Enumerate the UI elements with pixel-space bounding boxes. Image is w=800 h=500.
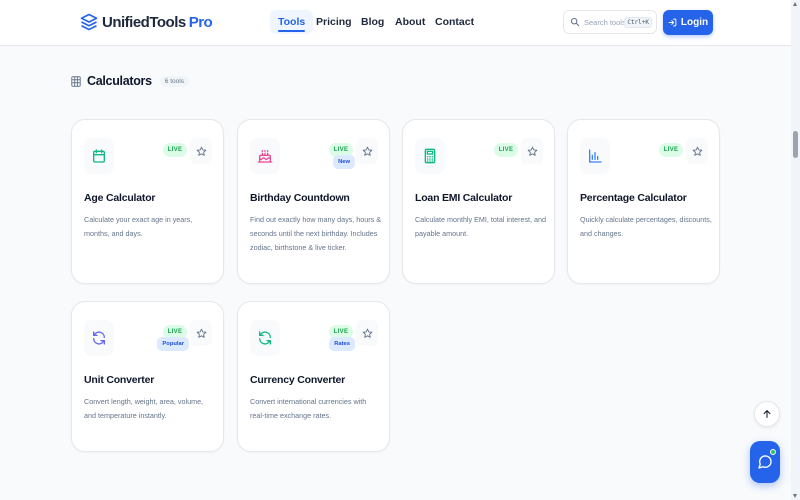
tool-card-loan-emi-calculator[interactable]: LIVE Loan EMI Calculator Calculate month… [402,119,555,284]
new-badge: New [333,155,355,169]
layers-icon [80,13,98,31]
section-header: Calculators 6 tools [71,74,189,88]
favorite-button[interactable] [356,320,378,346]
login-button[interactable]: Login [663,10,713,35]
card-description: Convert length, weight, area, volume, an… [84,397,204,420]
live-badge: LIVE [659,143,683,157]
card-description: Calculate your exact age in years, month… [84,215,193,238]
rates-badge: Rates [329,337,355,351]
card-description: Calculate monthly EMI, total interest, a… [415,215,547,238]
card-icon-container [84,138,114,174]
card-icon-container [415,138,445,174]
nav-tools[interactable]: Tools [270,10,314,34]
card-title: Loan EMI Calculator [415,192,513,204]
login-label: Login [680,17,709,28]
scrollbar-thumb[interactable] [793,131,798,158]
refresh-icon [259,331,271,345]
cake-icon [257,150,273,163]
nav-pricing[interactable]: Pricing [308,10,360,34]
star-icon [196,328,206,338]
star-icon [362,146,372,156]
card-title: Currency Converter [250,374,346,386]
arrow-up-icon [763,410,771,418]
tool-card-birthday-countdown[interactable]: LIVE New Birthday Countdown Find out exa… [237,119,390,284]
tool-card-currency-converter[interactable]: LIVE Rates Currency Converter Convert in… [237,301,390,452]
card-icon-container [250,320,280,356]
favorite-button[interactable] [190,320,212,346]
tool-card-unit-converter[interactable]: LIVE Popular Unit Converter Convert leng… [71,301,224,452]
star-icon [692,146,702,156]
favorite-button[interactable] [356,138,378,164]
calculator-grid-icon [71,75,81,87]
brand-name: UnifiedTools [102,13,186,31]
card-icon-container [580,138,610,174]
card-icon-container [84,320,114,356]
chat-button[interactable] [750,441,780,483]
online-indicator [770,449,776,455]
live-badge: LIVE [163,143,187,157]
main-nav: Tools Pricing Blog About Contact [270,10,474,34]
card-title: Percentage Calculator [580,192,687,204]
favorite-button[interactable] [521,138,543,164]
page-scrollbar[interactable] [791,0,800,500]
tool-card-percentage-calculator[interactable]: LIVE Percentage Calculator Quickly calcu… [567,119,720,284]
site-header: UnifiedTools Pro Tools Pricing Blog Abou… [0,0,800,46]
star-icon [362,328,372,338]
section-count-badge: 6 tools [159,75,189,87]
scroll-to-top-button[interactable] [754,401,780,427]
star-icon [527,146,537,156]
card-description: Find out exactly how many days, hours & … [250,215,382,252]
bar-chart-icon [589,149,602,163]
card-description: Convert international currencies with re… [250,397,367,420]
search-icon [570,17,580,27]
tool-card-age-calculator[interactable]: LIVE Age Calculator Calculate your exact… [71,119,224,284]
star-icon [196,146,206,156]
brand-accent: Pro [188,13,213,31]
card-icon-container [250,138,280,174]
search-input[interactable]: Search tools... Ctrl+K [563,10,657,34]
search-shortcut: Ctrl+K [624,17,652,28]
calendar-icon [93,149,105,163]
section-title: Calculators [87,74,152,88]
card-title: Birthday Countdown [250,192,350,204]
favorite-button[interactable] [190,138,212,164]
scroll-up-arrow-icon[interactable] [793,2,797,6]
card-description: Quickly calculate percentages, discounts… [580,215,712,238]
brand-logo[interactable]: UnifiedTools Pro [80,11,213,33]
card-title: Age Calculator [84,192,156,204]
scroll-down-arrow-icon[interactable] [793,494,797,498]
favorite-button[interactable] [686,138,708,164]
live-badge: LIVE [494,143,518,157]
login-icon [668,18,677,27]
calculator-icon [424,148,436,164]
chat-bubble-icon [758,455,772,469]
refresh-icon [93,331,105,345]
card-title: Unit Converter [84,374,155,386]
nav-contact[interactable]: Contact [427,10,482,34]
popular-badge: Popular [157,337,189,351]
